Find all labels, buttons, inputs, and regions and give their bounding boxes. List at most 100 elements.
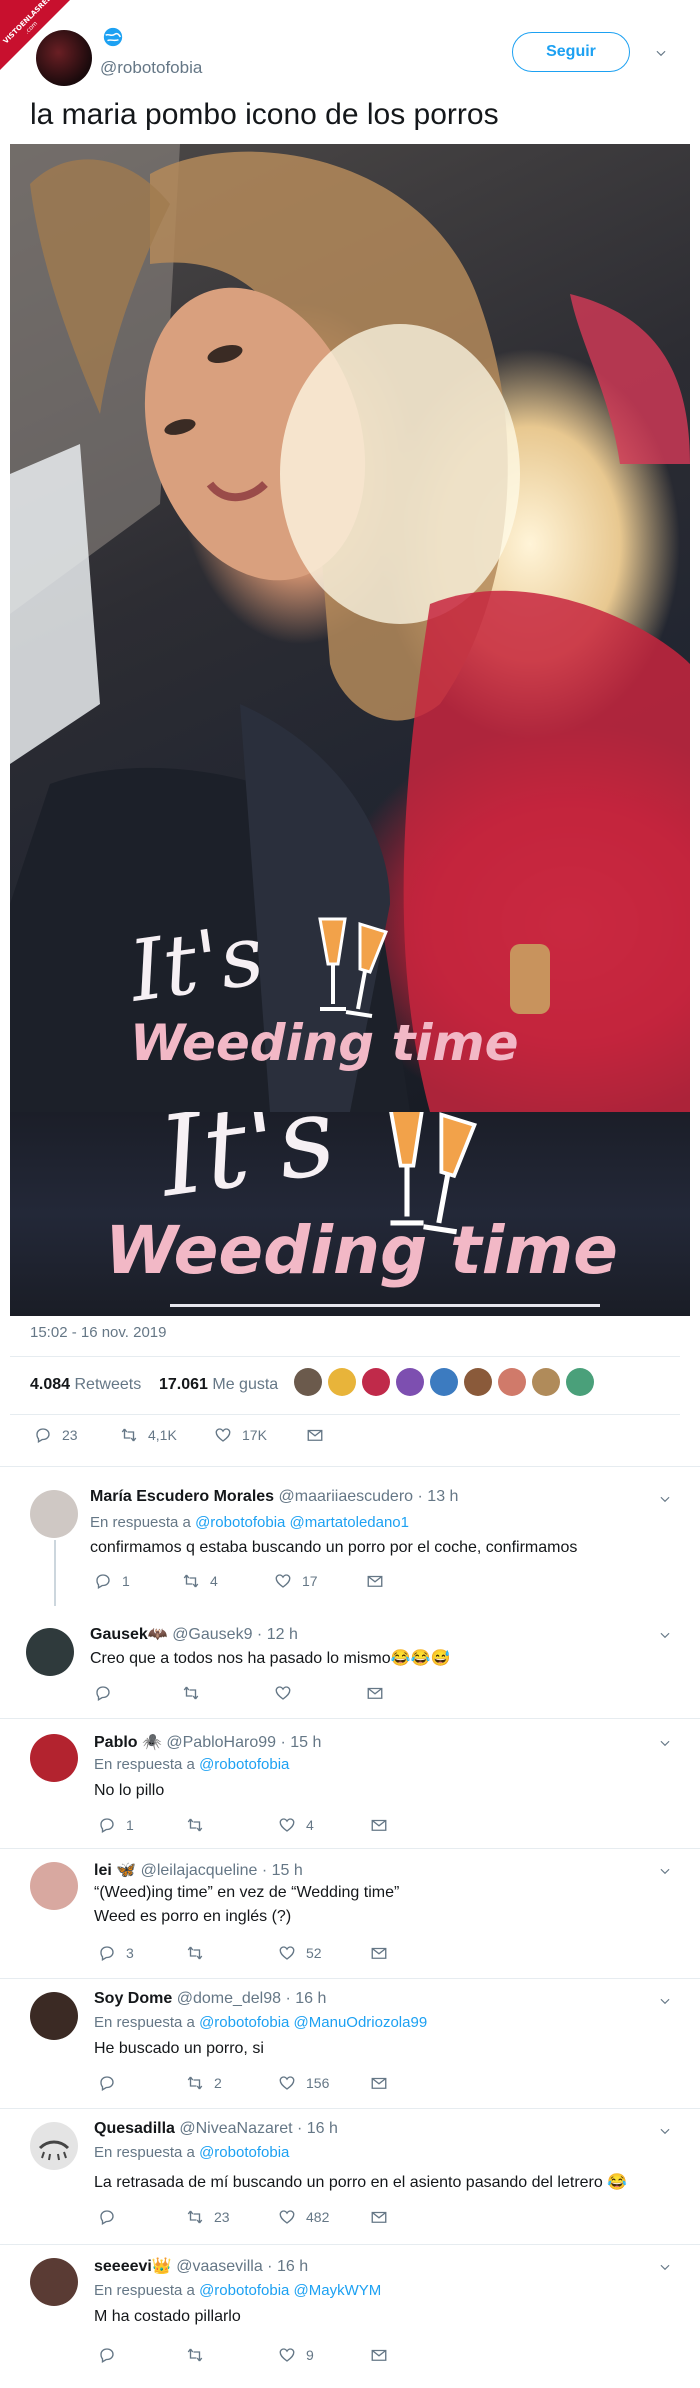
- reply-author-name[interactable]: Pablo 🕷️: [94, 1734, 162, 1751]
- reply-button[interactable]: 23: [34, 1426, 120, 1444]
- reply-time[interactable]: · 16 h: [285, 1990, 326, 2007]
- reply-time[interactable]: · 16 h: [297, 2120, 338, 2137]
- liker-avatar[interactable]: [294, 1368, 322, 1396]
- liker-avatar[interactable]: [498, 1368, 526, 1396]
- like-button[interactable]: 4: [278, 1816, 370, 1834]
- reply-author-handle[interactable]: @maariiaescudero: [279, 1488, 414, 1505]
- reply-tweet[interactable]: lei 🦋 @leilajacqueline · 15 h “(Weed)ing…: [0, 1848, 700, 1978]
- in-reply-mentions[interactable]: @robotofobia: [199, 1756, 289, 1773]
- reply-author-handle[interactable]: @dome_del98: [177, 1990, 281, 2007]
- like-button[interactable]: 17: [274, 1572, 366, 1590]
- reply-time[interactable]: · 16 h: [267, 2258, 308, 2275]
- like-button[interactable]: 52: [278, 1944, 370, 1962]
- reply-author-handle[interactable]: @vaasevilla: [176, 2258, 263, 2275]
- avatar[interactable]: [30, 2258, 78, 2306]
- chevron-down-icon[interactable]: [658, 1864, 672, 1878]
- retweets-count[interactable]: 4.084: [30, 1376, 70, 1393]
- reply-author-name[interactable]: Soy Dome: [94, 1990, 172, 2007]
- retweet-button[interactable]: [186, 1944, 278, 1962]
- message-button[interactable]: [366, 1572, 384, 1590]
- reply-button[interactable]: 1: [94, 1572, 182, 1590]
- in-reply-mentions[interactable]: @robotofobia @MaykWYM: [199, 2282, 381, 2299]
- reply-button[interactable]: [98, 2346, 186, 2364]
- retweet-button[interactable]: 23: [186, 2208, 278, 2226]
- reply-button[interactable]: 3: [98, 1944, 186, 1962]
- message-button[interactable]: [306, 1426, 324, 1444]
- liker-avatar[interactable]: [566, 1368, 594, 1396]
- retweet-button[interactable]: [186, 2346, 278, 2364]
- follow-button[interactable]: Seguir: [512, 32, 630, 72]
- message-button[interactable]: [366, 1684, 384, 1702]
- reply-time[interactable]: · 12 h: [257, 1626, 298, 1643]
- in-reply-mentions[interactable]: @robotofobia @ManuOdriozola99: [199, 2014, 427, 2031]
- retweets-label[interactable]: Retweets: [75, 1376, 142, 1393]
- reply-button[interactable]: [94, 1684, 182, 1702]
- reply-tweet[interactable]: Soy Dome @dome_del98 · 16 h En respuesta…: [0, 1978, 700, 2108]
- retweet-button[interactable]: 4,1K: [120, 1426, 214, 1444]
- reply-tweet[interactable]: María Escudero Morales @maariiaescudero …: [0, 1466, 700, 1606]
- chevron-down-icon[interactable]: [654, 46, 668, 60]
- reply-author-handle[interactable]: @Gausek9: [172, 1626, 252, 1643]
- reply-author-name[interactable]: seeeevi👑: [94, 2258, 172, 2275]
- reply-button[interactable]: [98, 2074, 186, 2092]
- reply-button[interactable]: 1: [98, 1816, 186, 1834]
- liker-avatar[interactable]: [362, 1368, 390, 1396]
- liker-avatar[interactable]: [396, 1368, 424, 1396]
- reply-button[interactable]: [98, 2208, 186, 2226]
- author-handle[interactable]: @robotofobia: [100, 58, 202, 78]
- message-button[interactable]: [370, 2346, 388, 2364]
- liker-avatar[interactable]: [430, 1368, 458, 1396]
- tweet-photo[interactable]: It's Weeding time: [10, 144, 690, 1112]
- liker-avatar[interactable]: [532, 1368, 560, 1396]
- like-button[interactable]: [274, 1684, 366, 1702]
- liker-avatar[interactable]: [328, 1368, 356, 1396]
- reply-tweet[interactable]: Quesadilla @NiveaNazaret · 16 h En respu…: [0, 2108, 700, 2244]
- in-reply-mentions[interactable]: @robotofobia: [199, 2144, 289, 2161]
- reply-author-name[interactable]: Quesadilla: [94, 2120, 175, 2137]
- reply-author-name[interactable]: María Escudero Morales: [90, 1488, 274, 1505]
- likes-label[interactable]: Me gusta: [212, 1376, 278, 1393]
- reply-text: confirmamos q estaba buscando un porro p…: [90, 1539, 578, 1556]
- reply-time[interactable]: · 15 h: [280, 1734, 321, 1751]
- like-button[interactable]: 156: [278, 2074, 370, 2092]
- message-button[interactable]: [370, 2208, 388, 2226]
- like-button[interactable]: 17K: [214, 1426, 306, 1444]
- chevron-down-icon[interactable]: [658, 1628, 672, 1642]
- reply-author-name[interactable]: lei 🦋: [94, 1862, 136, 1879]
- reply-time[interactable]: · 15 h: [262, 1862, 303, 1879]
- reply-author-name[interactable]: Gausek🦇: [90, 1626, 168, 1643]
- liker-avatar[interactable]: [464, 1368, 492, 1396]
- reply-tweet[interactable]: Pablo 🕷️ @PabloHaro99 · 15 h En respuest…: [0, 1718, 700, 1848]
- avatar[interactable]: [26, 1628, 74, 1676]
- reply-time[interactable]: · 13 h: [418, 1488, 459, 1505]
- message-button[interactable]: [370, 1816, 388, 1834]
- reply-author-handle[interactable]: @leilajacqueline: [141, 1862, 258, 1879]
- chevron-down-icon[interactable]: [658, 1492, 672, 1506]
- retweet-button[interactable]: [182, 1684, 274, 1702]
- chevron-down-icon[interactable]: [658, 2260, 672, 2274]
- avatar[interactable]: [30, 1862, 78, 1910]
- avatar[interactable]: [30, 1490, 78, 1538]
- chevron-down-icon[interactable]: [658, 1994, 672, 2008]
- retweet-button[interactable]: 2: [186, 2074, 278, 2092]
- avatar[interactable]: [30, 1734, 78, 1782]
- chevron-down-icon[interactable]: [658, 2124, 672, 2138]
- reply-author-handle[interactable]: @NiveaNazaret: [179, 2120, 292, 2137]
- message-button[interactable]: [370, 2074, 388, 2092]
- tweet-timestamp[interactable]: 15:02 - 16 nov. 2019: [30, 1324, 167, 1341]
- retweet-button[interactable]: [186, 1816, 278, 1834]
- reply-tweet[interactable]: seeeevi👑 @vaasevilla · 16 h En respuesta…: [0, 2244, 700, 2388]
- like-button[interactable]: 9: [278, 2346, 370, 2364]
- reply-tweet[interactable]: Gausek🦇 @Gausek9 · 12 h Creo que a todos…: [0, 1606, 700, 1718]
- tweet-photo-crop[interactable]: It's Weeding time: [10, 1112, 690, 1316]
- in-reply-mentions[interactable]: @robotofobia @martatoledano1: [195, 1514, 409, 1531]
- avatar[interactable]: [30, 1992, 78, 2040]
- message-button[interactable]: [370, 1944, 388, 1962]
- author-avatar[interactable]: [36, 30, 92, 86]
- avatar[interactable]: [30, 2122, 78, 2170]
- like-button[interactable]: 482: [278, 2208, 370, 2226]
- retweet-button[interactable]: 4: [182, 1572, 274, 1590]
- reply-author-handle[interactable]: @PabloHaro99: [166, 1734, 276, 1751]
- chevron-down-icon[interactable]: [658, 1736, 672, 1750]
- likes-count[interactable]: 17.061: [159, 1376, 208, 1393]
